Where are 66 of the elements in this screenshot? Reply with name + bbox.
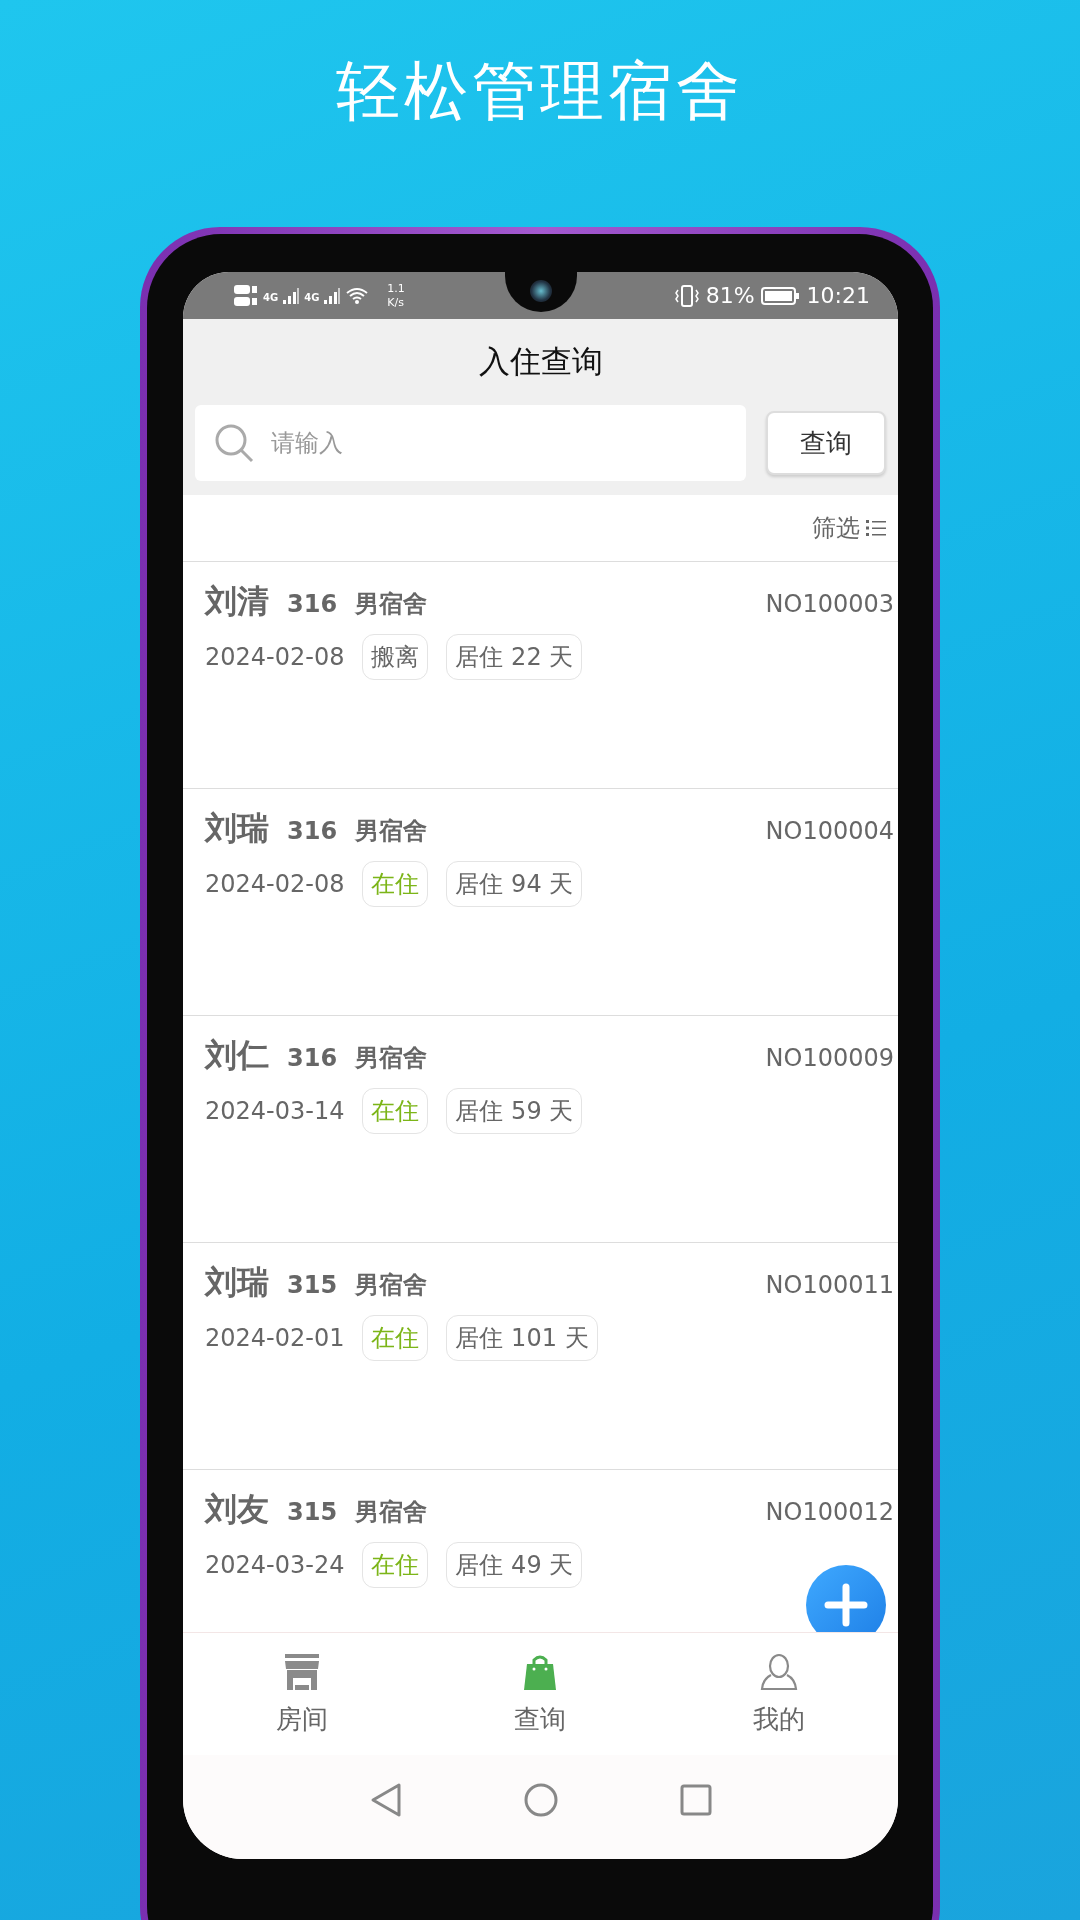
status-tag: 在住 [362, 1542, 429, 1588]
status-tag: 搬离 [362, 634, 429, 680]
check-in-date: 2024-03-14 [205, 1097, 345, 1125]
add-button[interactable] [806, 1565, 886, 1632]
room-number: 316 [287, 1044, 338, 1072]
clock: 10:21 [806, 283, 870, 308]
battery-icon [760, 285, 801, 306]
record-number: NO100012 [765, 1498, 894, 1526]
room-number: 315 [287, 1498, 338, 1526]
dorm-type: 男宿舍 [355, 589, 428, 620]
record-number: NO100003 [765, 590, 894, 618]
headline: 轻松管理宿舍 [336, 53, 744, 130]
check-in-date: 2024-02-08 [205, 643, 345, 671]
tab[interactable]: 查询 [421, 1633, 660, 1755]
battery-percent: 81% [705, 283, 755, 308]
check-in-date: 2024-02-01 [205, 1324, 345, 1352]
resident-name: 刘仁 [205, 1035, 269, 1076]
person-icon [758, 1651, 799, 1692]
search-field[interactable]: 请输入 [195, 405, 746, 481]
record-card[interactable]: 刘瑞 315 男宿舍 NO100011 2024-02-01 在住 居住 101 天 [183, 1243, 898, 1470]
dorm-type: 男宿舍 [355, 1270, 428, 1301]
record-number: NO100011 [765, 1271, 894, 1299]
plus-icon [824, 1583, 868, 1627]
status-tag: 在住 [362, 1315, 429, 1361]
record-number: NO100004 [765, 817, 894, 845]
filter-button[interactable]: 筛选 [812, 512, 886, 544]
dorm-type: 男宿舍 [355, 816, 428, 847]
sim-icon [233, 283, 259, 308]
speed-unit: K/s [387, 295, 405, 310]
tab[interactable]: 房间 [183, 1633, 422, 1755]
speed-value: 1.1 [387, 281, 405, 296]
resident-name: 刘瑞 [205, 808, 269, 849]
check-in-date: 2024-02-08 [205, 870, 345, 898]
record-card[interactable]: 刘仁 316 男宿舍 NO100009 2024-03-14 在住 居住 59 天 [183, 1016, 898, 1243]
network-label: 4G [263, 291, 279, 303]
home-icon[interactable] [522, 1782, 559, 1818]
status-tag: 在住 [362, 861, 429, 907]
record-card[interactable]: 刘清 316 男宿舍 NO100003 2024-02-08 搬离 居住 22 天 [183, 562, 898, 789]
dorm-type: 男宿舍 [355, 1043, 428, 1074]
stay-days-tag: 居住 22 天 [446, 634, 583, 680]
check-in-date: 2024-03-24 [205, 1551, 345, 1579]
stay-days-tag: 居住 101 天 [446, 1315, 598, 1361]
list-icon [866, 519, 886, 537]
dorm-type: 男宿舍 [355, 1497, 428, 1528]
record-card[interactable]: 刘瑞 316 男宿舍 NO100004 2024-02-08 在住 居住 94 天 [183, 789, 898, 1016]
room-number: 315 [287, 1271, 338, 1299]
resident-name: 刘瑞 [205, 1262, 269, 1303]
stay-days-tag: 居住 94 天 [446, 861, 583, 907]
stay-days-tag: 居住 49 天 [446, 1542, 583, 1588]
page-title: 入住查询 [477, 342, 604, 381]
record-number: NO100009 [765, 1044, 894, 1072]
search-button[interactable]: 查询 [766, 411, 886, 475]
vibrate-icon [673, 283, 700, 308]
room-number: 316 [287, 590, 338, 618]
signal-icon [323, 287, 342, 304]
search-icon [213, 422, 255, 464]
resident-name: 刘友 [205, 1489, 269, 1530]
tab[interactable]: 我的 [659, 1633, 898, 1755]
recents-icon[interactable] [678, 1783, 713, 1817]
status-tag: 在住 [362, 1088, 429, 1134]
network-label: 4G [304, 291, 320, 303]
room-number: 316 [287, 817, 338, 845]
stay-days-tag: 居住 59 天 [446, 1088, 583, 1134]
resident-name: 刘清 [205, 581, 269, 622]
signal-icon [282, 287, 301, 304]
wifi-icon [345, 286, 370, 305]
